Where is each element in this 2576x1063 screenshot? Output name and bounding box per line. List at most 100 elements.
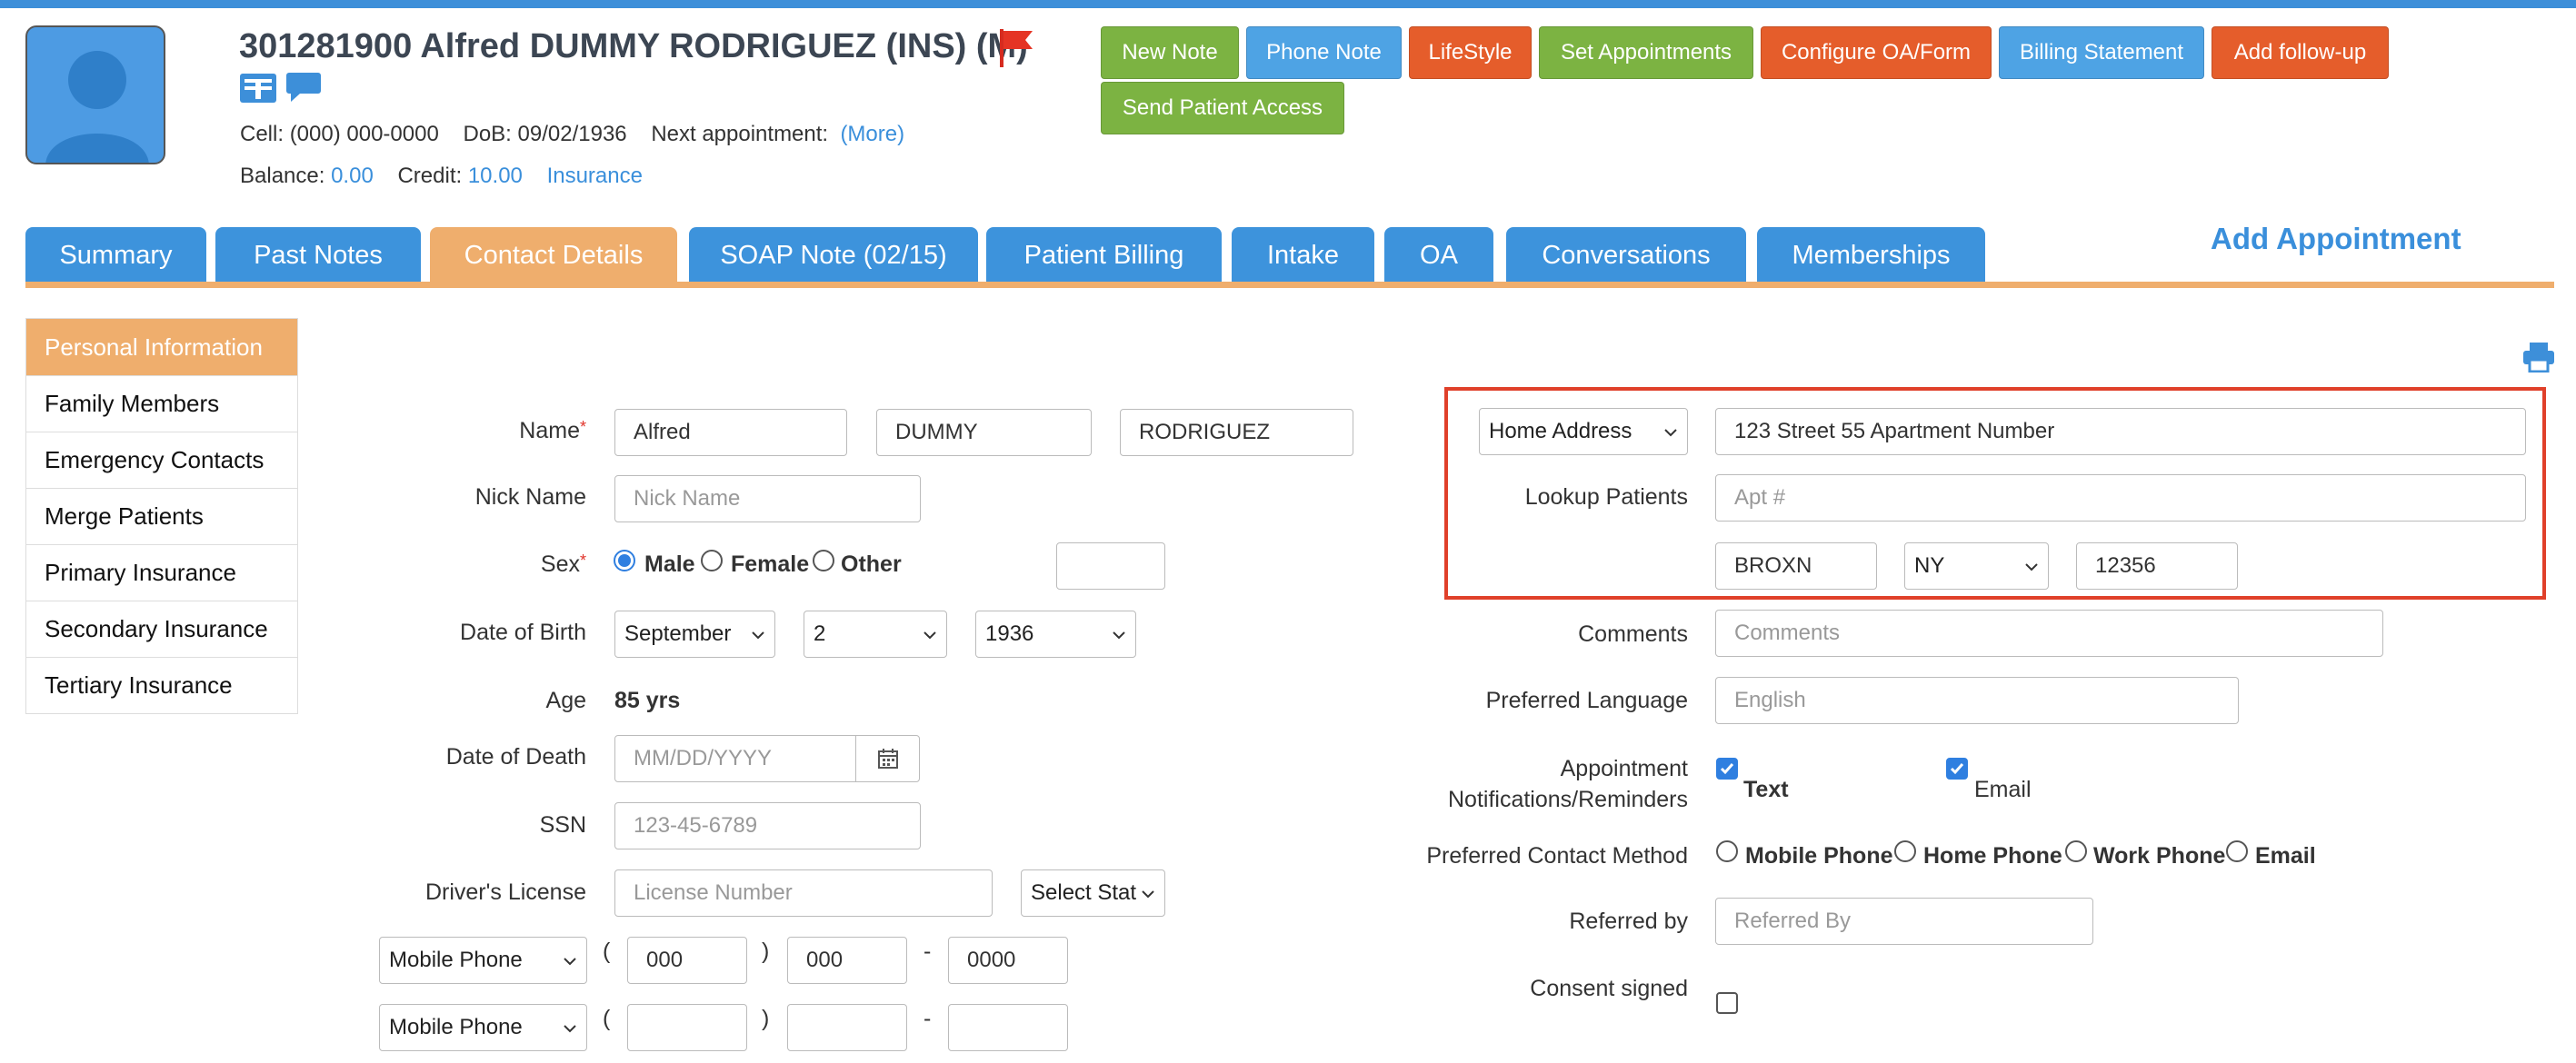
top-accent-bar — [0, 0, 2576, 8]
tab-past-notes[interactable]: Past Notes — [215, 227, 421, 283]
add-followup-button[interactable]: Add follow-up — [2212, 26, 2389, 79]
sex-other-radio[interactable] — [813, 550, 834, 571]
sidebar-item-primary-insurance[interactable]: Primary Insurance — [26, 544, 297, 601]
sidebar-item-tertiary-insurance[interactable]: Tertiary Insurance — [26, 657, 297, 713]
balance-value[interactable]: 0.00 — [331, 164, 374, 188]
new-note-button[interactable]: New Note — [1101, 26, 1239, 79]
notifications-label: Appointment Notifications/Reminders — [1448, 756, 1688, 812]
contact-work-label: Work Phone — [2093, 843, 2226, 869]
consent-label: Consent signed — [1530, 976, 1688, 1001]
configure-oa-button[interactable]: Configure OA/Form — [1761, 26, 1992, 79]
consent-checkbox[interactable] — [1716, 992, 1738, 1014]
sidebar-item-family-members[interactable]: Family Members — [26, 375, 297, 432]
sex-male-label: Male — [644, 551, 695, 577]
notif-text-label: Text — [1743, 777, 1789, 802]
middle-name-input[interactable] — [876, 409, 1092, 456]
street-address-input[interactable] — [1715, 408, 2526, 455]
ssn-label: SSN — [539, 812, 586, 838]
add-appointment-link[interactable]: Add Appointment — [2211, 222, 2461, 256]
tab-underline — [25, 282, 2554, 288]
print-icon[interactable] — [2522, 342, 2555, 373]
checkmark-icon — [1720, 763, 1734, 775]
phone-note-button[interactable]: Phone Note — [1246, 26, 1402, 79]
lifestyle-button[interactable]: LifeStyle — [1409, 26, 1532, 79]
phone2-type-select[interactable]: Mobile Phone — [379, 1004, 587, 1051]
dob-day-select[interactable]: 2 — [804, 611, 947, 658]
comments-input[interactable] — [1715, 610, 2383, 657]
contact-home-radio[interactable] — [1894, 840, 1916, 862]
zip-input[interactable] — [2076, 542, 2238, 590]
balance-summary: Balance: 0.00 Credit: 10.00 Insurance — [240, 164, 643, 188]
sex-male-radio[interactable] — [614, 550, 635, 571]
dob-month-select[interactable]: September — [614, 611, 775, 658]
notif-email-checkbox[interactable] — [1946, 758, 1968, 780]
phone1-line-input[interactable] — [948, 937, 1068, 984]
contact-method-label: Preferred Contact Method — [1426, 843, 1688, 869]
tab-oa[interactable]: OA — [1384, 227, 1493, 283]
phone2-line-input[interactable] — [948, 1004, 1068, 1051]
contact-summary: Cell: (000) 000-0000 DoB: 09/02/1936 Nex… — [240, 122, 905, 146]
avatar[interactable] — [25, 25, 165, 164]
sidebar-item-personal-information[interactable]: Personal Information — [26, 319, 297, 375]
contact-mobile-radio[interactable] — [1716, 840, 1738, 862]
first-name-input[interactable] — [614, 409, 847, 456]
notif-text-checkbox[interactable] — [1716, 758, 1738, 780]
contact-home-label: Home Phone — [1923, 843, 2062, 869]
age-value: 85 yrs — [614, 688, 681, 713]
tab-intake[interactable]: Intake — [1232, 227, 1374, 283]
paren-open: ( — [603, 1006, 611, 1031]
tab-memberships[interactable]: Memberships — [1757, 227, 1985, 283]
send-patient-access-button[interactable]: Send Patient Access — [1101, 82, 1344, 134]
more-link[interactable]: (More) — [840, 122, 904, 146]
chevron-down-icon — [1142, 890, 1154, 899]
contact-work-radio[interactable] — [2065, 840, 2087, 862]
license-input[interactable] — [614, 869, 993, 917]
ssn-input[interactable] — [614, 802, 921, 849]
chat-icon[interactable] — [285, 71, 322, 104]
credit-value[interactable]: 10.00 — [468, 164, 523, 188]
avatar-silhouette-icon — [45, 51, 149, 163]
sidebar-item-emergency-contacts[interactable]: Emergency Contacts — [26, 432, 297, 488]
sidebar-item-merge-patients[interactable]: Merge Patients — [26, 488, 297, 544]
notif-email-label: Email — [1974, 777, 2032, 802]
sex-other-input[interactable] — [1056, 542, 1165, 590]
nick-name-input[interactable] — [614, 475, 921, 522]
billing-statement-button[interactable]: Billing Statement — [1999, 26, 2204, 79]
sex-label: Sex* — [540, 551, 586, 577]
flag-icon[interactable] — [996, 27, 1034, 69]
insurance-card-icon[interactable] — [239, 73, 277, 104]
contact-email-radio[interactable] — [2226, 840, 2248, 862]
tab-patient-billing[interactable]: Patient Billing — [986, 227, 1222, 283]
dod-calendar-button[interactable] — [855, 735, 920, 782]
address-type-select[interactable]: Home Address — [1479, 408, 1688, 455]
state-select[interactable]: NY — [1904, 542, 2049, 590]
dod-input[interactable] — [614, 735, 856, 782]
apt-input[interactable] — [1715, 474, 2526, 522]
preferred-language-input[interactable] — [1715, 677, 2239, 724]
calendar-icon — [877, 749, 898, 769]
phone1-type-select[interactable]: Mobile Phone — [379, 937, 587, 984]
sex-female-radio[interactable] — [701, 550, 723, 571]
insurance-link[interactable]: Insurance — [547, 164, 643, 188]
phone2-area-input[interactable] — [627, 1004, 747, 1051]
license-state-select[interactable]: Select Stat — [1021, 869, 1165, 917]
phone1-area-input[interactable] — [627, 937, 747, 984]
phone2-prefix-input[interactable] — [787, 1004, 907, 1051]
phone1-prefix-input[interactable] — [787, 937, 907, 984]
patient-title: 301281900 Alfred DUMMY RODRIGUEZ (INS) (… — [239, 27, 1028, 65]
tab-contact-details[interactable]: Contact Details — [430, 227, 677, 283]
last-name-input[interactable] — [1120, 409, 1353, 456]
lookup-patients-link[interactable]: Lookup Patients — [1525, 484, 1688, 511]
tab-soap-note[interactable]: SOAP Note (02/15) — [689, 227, 978, 283]
dob-year-select[interactable]: 1936 — [975, 611, 1136, 658]
tab-summary[interactable]: Summary — [25, 227, 206, 283]
referred-by-input[interactable] — [1715, 898, 2093, 945]
set-appointments-button[interactable]: Set Appointments — [1539, 26, 1753, 79]
tab-conversations[interactable]: Conversations — [1506, 227, 1746, 283]
preferred-language-label: Preferred Language — [1485, 688, 1688, 713]
paren-close: ) — [762, 1006, 770, 1031]
name-label: Name* — [519, 418, 586, 443]
city-input[interactable] — [1715, 542, 1877, 590]
dob-label: Date of Birth — [460, 620, 586, 645]
sidebar-item-secondary-insurance[interactable]: Secondary Insurance — [26, 601, 297, 657]
